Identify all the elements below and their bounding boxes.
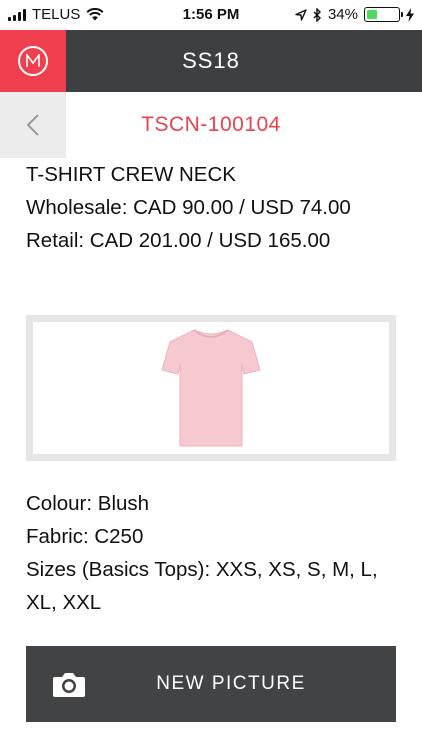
status-right: 34% [295, 6, 414, 23]
charging-icon [406, 7, 414, 22]
location-icon [295, 8, 307, 21]
status-bar: TELUS 1:56 PM 34% [0, 0, 422, 30]
tshirt-image [161, 329, 261, 447]
retail-price: Retail: CAD 201.00 / USD 165.00 [26, 229, 331, 252]
new-picture-button[interactable]: NEW PICTURE [26, 646, 396, 722]
battery-icon [364, 7, 403, 22]
app-header: SS18 [0, 30, 422, 92]
menu-logo-button[interactable] [0, 30, 66, 92]
colour-text: Colour: Blush [26, 492, 150, 515]
chevron-left-icon [26, 114, 39, 136]
product-image-frame[interactable] [26, 315, 396, 461]
back-button[interactable] [0, 92, 66, 158]
battery-percent: 34% [327, 6, 358, 23]
product-name: T-SHIRT CREW NECK [26, 163, 236, 186]
product-image [33, 322, 389, 454]
product-details: Colour: Blush Fabric: C250 Sizes (Basics… [26, 487, 396, 619]
logo-icon [18, 46, 48, 76]
bluetooth-icon [313, 7, 321, 22]
wholesale-price: Wholesale: CAD 90.00 / USD 74.00 [26, 196, 351, 219]
new-picture-label: NEW PICTURE [156, 673, 306, 694]
product-info: T-SHIRT CREW NECK Wholesale: CAD 90.00 /… [26, 158, 396, 257]
fabric-text: Fabric: C250 [26, 525, 144, 548]
sizes-text: Sizes (Basics Tops): XXS, XS, S, M, L, X… [26, 558, 378, 614]
